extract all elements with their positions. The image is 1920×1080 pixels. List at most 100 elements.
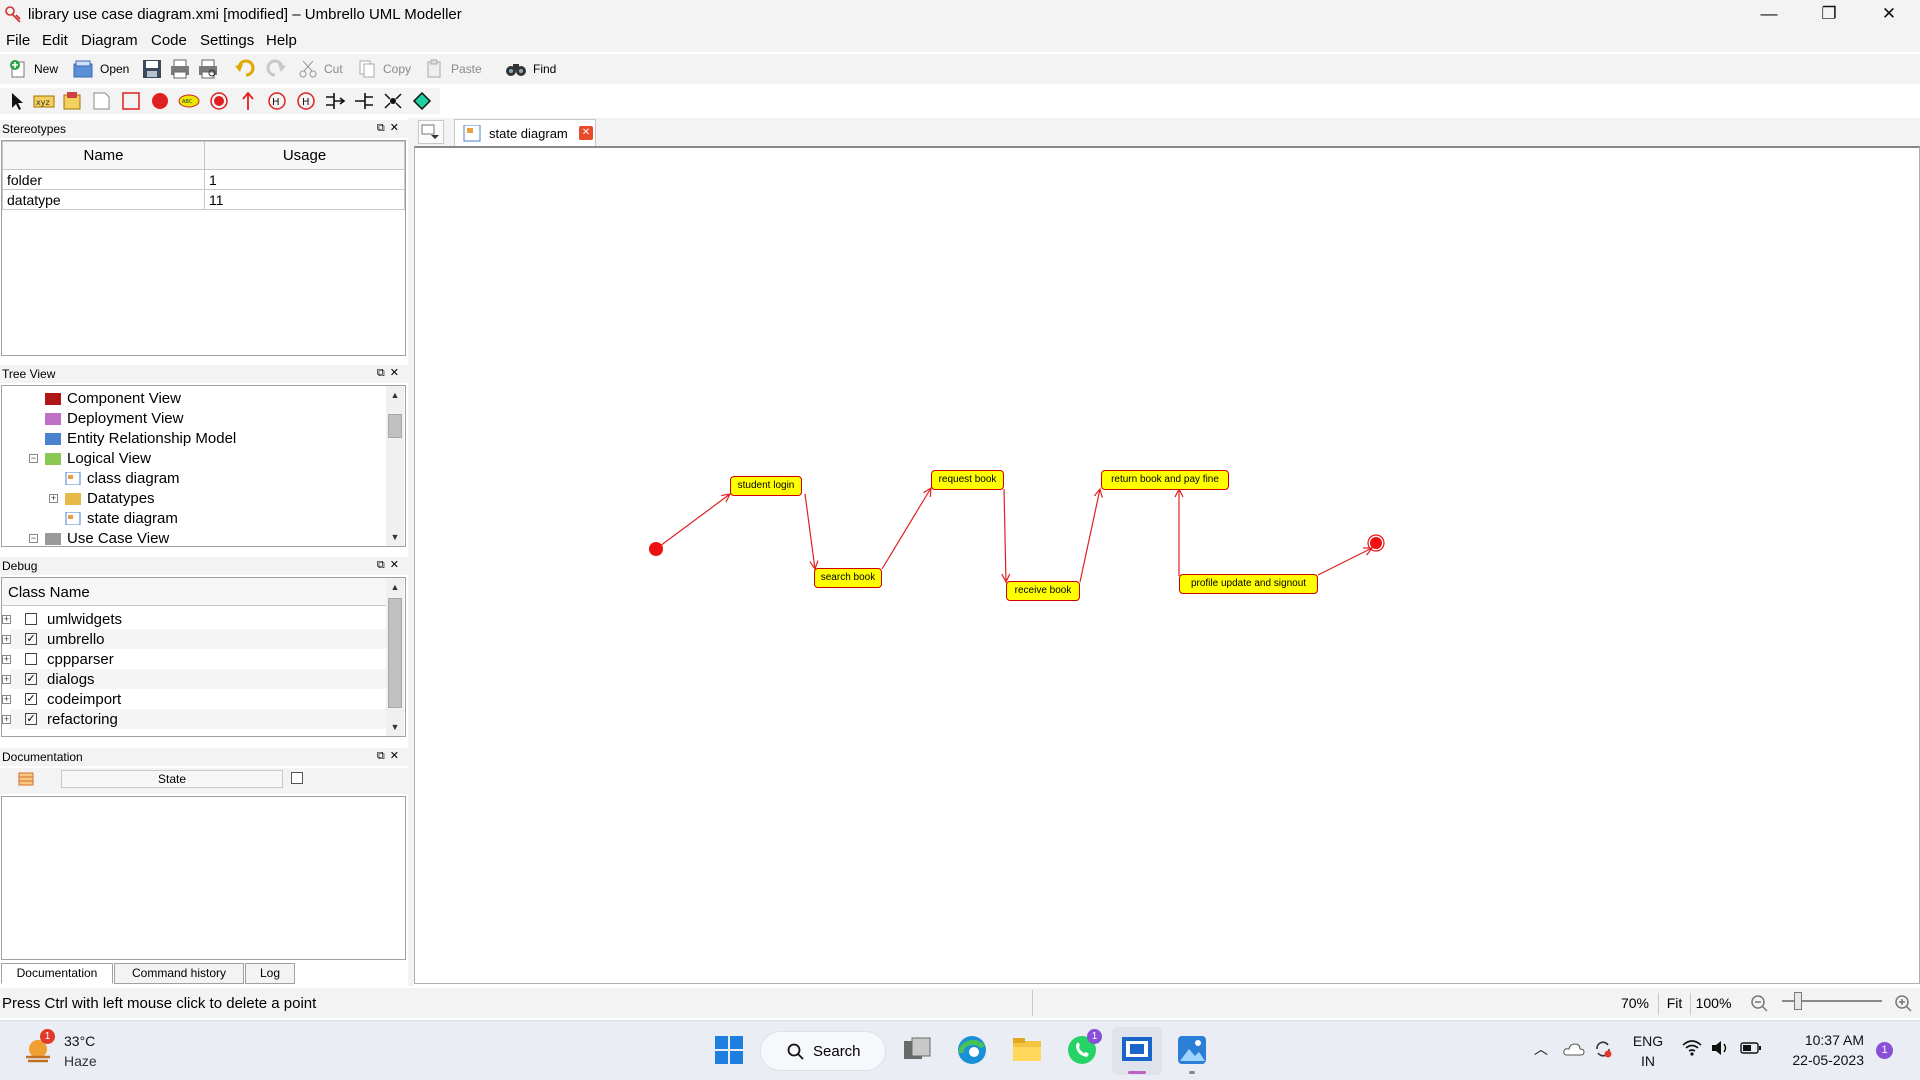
list-item[interactable]: + ✓ dialogs bbox=[2, 669, 388, 689]
state-box-icon[interactable] bbox=[120, 91, 142, 111]
debug-column-header[interactable]: Class Name bbox=[2, 578, 386, 606]
battery-icon[interactable] bbox=[1740, 1041, 1762, 1055]
list-item[interactable]: + ✓ umbrello bbox=[2, 629, 388, 649]
documentation-textarea[interactable] bbox=[1, 796, 406, 960]
tree-scrollbar[interactable]: ▲ ▼ bbox=[386, 386, 404, 546]
diagram-canvas[interactable]: student login search book request book rece… bbox=[414, 146, 1920, 984]
show-hidden-icons-chevron-icon[interactable]: ︿ bbox=[1534, 1039, 1548, 1059]
zoom-in-icon[interactable] bbox=[1894, 993, 1914, 1015]
junction-icon[interactable] bbox=[382, 91, 404, 111]
state-node[interactable]: return book and pay fine bbox=[1101, 470, 1229, 490]
find-button[interactable]: Find bbox=[505, 58, 556, 80]
dock-controls[interactable]: ⧉✕ bbox=[377, 749, 404, 763]
tab-log[interactable]: Log bbox=[245, 963, 295, 984]
final-state-icon[interactable] bbox=[208, 91, 230, 111]
menu-diagram[interactable]: Diagram bbox=[81, 32, 138, 49]
scroll-thumb[interactable] bbox=[388, 598, 402, 708]
expand-toggle[interactable]: + bbox=[49, 494, 58, 503]
close-button[interactable]: ✕ bbox=[1866, 0, 1912, 30]
whatsapp-app[interactable]: 1 bbox=[1065, 1029, 1103, 1069]
file-explorer-icon[interactable] bbox=[1010, 1033, 1044, 1067]
tree-item-component-view[interactable]: Component View bbox=[45, 388, 181, 408]
transition-line[interactable] bbox=[655, 493, 731, 550]
initial-state-icon[interactable] bbox=[149, 91, 171, 111]
state-node[interactable]: student login bbox=[730, 476, 802, 496]
transition-arrow-icon[interactable] bbox=[237, 91, 259, 111]
undo-icon[interactable] bbox=[234, 58, 258, 80]
task-view-icon[interactable] bbox=[900, 1033, 934, 1067]
scroll-thumb[interactable] bbox=[388, 414, 402, 438]
transition-line[interactable] bbox=[804, 493, 816, 570]
table-row[interactable]: folder 1 bbox=[2, 169, 405, 190]
zoom-out-icon[interactable] bbox=[1750, 993, 1770, 1015]
state-node[interactable]: receive book bbox=[1006, 581, 1080, 601]
list-item[interactable]: + ✓ codeimport bbox=[2, 689, 388, 709]
tab-state-diagram[interactable]: state diagram ✕ bbox=[454, 119, 596, 146]
choice-icon[interactable] bbox=[411, 91, 433, 111]
checkbox[interactable]: ✓ bbox=[25, 693, 37, 705]
expand-toggle[interactable]: + bbox=[2, 694, 11, 704]
scroll-up-icon[interactable]: ▲ bbox=[386, 578, 404, 596]
menu-edit[interactable]: Edit bbox=[42, 32, 68, 49]
open-button[interactable]: Open bbox=[72, 58, 129, 80]
tree-item-datatypes[interactable]: Datatypes bbox=[65, 488, 155, 508]
expand-toggle[interactable]: + bbox=[2, 634, 11, 644]
zoom-100-button[interactable]: 100% bbox=[1690, 993, 1736, 1015]
sync-icon[interactable] bbox=[1593, 1039, 1613, 1059]
transition-line[interactable] bbox=[881, 487, 932, 570]
menu-settings[interactable]: Settings bbox=[200, 32, 254, 49]
expand-toggle[interactable]: + bbox=[2, 654, 11, 664]
save-icon[interactable] bbox=[141, 58, 163, 80]
checkbox[interactable] bbox=[25, 613, 37, 625]
taskbar-search[interactable]: Search bbox=[760, 1031, 886, 1071]
transition-line[interactable] bbox=[1079, 488, 1101, 583]
initial-state[interactable] bbox=[649, 542, 663, 556]
text-line-icon[interactable]: xyz bbox=[33, 91, 55, 111]
weather-widget[interactable]: 1 33°C Haze bbox=[18, 1029, 128, 1073]
checkbox[interactable]: ✓ bbox=[25, 633, 37, 645]
print-icon[interactable] bbox=[169, 58, 191, 80]
menu-code[interactable]: Code bbox=[151, 32, 187, 49]
tree-item-entity-relationship-model[interactable]: Entity Relationship Model bbox=[45, 428, 236, 448]
minimize-button[interactable]: — bbox=[1746, 0, 1792, 30]
collapse-toggle[interactable]: − bbox=[29, 534, 38, 543]
new-button[interactable]: New bbox=[8, 58, 58, 80]
state-node[interactable]: search book bbox=[814, 568, 882, 588]
column-header-usage[interactable]: Usage bbox=[204, 141, 405, 170]
volume-icon[interactable] bbox=[1710, 1039, 1730, 1057]
checkbox[interactable]: ✓ bbox=[25, 673, 37, 685]
notification-badge[interactable]: 1 bbox=[1876, 1042, 1893, 1059]
table-row[interactable]: datatype 11 bbox=[2, 189, 405, 210]
close-tab-icon[interactable]: ✕ bbox=[579, 126, 593, 140]
new-diagram-tab-button[interactable] bbox=[418, 120, 444, 144]
photos-app[interactable] bbox=[1175, 1033, 1209, 1074]
expand-toggle[interactable]: + bbox=[2, 614, 11, 624]
language-region[interactable]: IN bbox=[1630, 1053, 1666, 1069]
tree-item-logical-view[interactable]: Logical View bbox=[45, 448, 151, 468]
tree-item-class-diagram[interactable]: class diagram bbox=[65, 468, 180, 488]
abstract-checkbox[interactable] bbox=[291, 772, 303, 784]
cut-button[interactable]: Cut bbox=[298, 58, 343, 80]
list-item[interactable]: + cppparser bbox=[2, 649, 388, 669]
redo-icon[interactable] bbox=[263, 58, 287, 80]
scroll-down-icon[interactable]: ▼ bbox=[386, 718, 404, 736]
menu-help[interactable]: Help bbox=[266, 32, 297, 49]
dock-controls[interactable]: ⧉✕ bbox=[377, 121, 404, 135]
copy-button[interactable]: Copy bbox=[357, 58, 411, 80]
tab-command-history[interactable]: Command history bbox=[114, 963, 244, 984]
deep-history-icon[interactable]: H bbox=[266, 91, 288, 111]
scroll-up-icon[interactable]: ▲ bbox=[386, 386, 404, 404]
dock-controls[interactable]: ⧉✕ bbox=[377, 558, 404, 572]
checkbox[interactable]: ✓ bbox=[25, 713, 37, 725]
tree-item-state-diagram[interactable]: state diagram bbox=[65, 508, 178, 528]
tab-documentation[interactable]: Documentation bbox=[1, 963, 113, 984]
print-preview-icon[interactable] bbox=[197, 58, 219, 80]
menu-file[interactable]: File bbox=[6, 32, 30, 49]
wifi-icon[interactable] bbox=[1682, 1039, 1702, 1057]
transition-line[interactable] bbox=[1003, 488, 1007, 583]
list-item[interactable]: + ✓ refactoring bbox=[2, 709, 388, 729]
expand-toggle[interactable]: + bbox=[2, 714, 11, 724]
onedrive-cloud-icon[interactable] bbox=[1563, 1041, 1585, 1057]
clock-time[interactable]: 10:37 AM bbox=[1780, 1032, 1864, 1048]
fork-icon[interactable] bbox=[353, 91, 375, 111]
